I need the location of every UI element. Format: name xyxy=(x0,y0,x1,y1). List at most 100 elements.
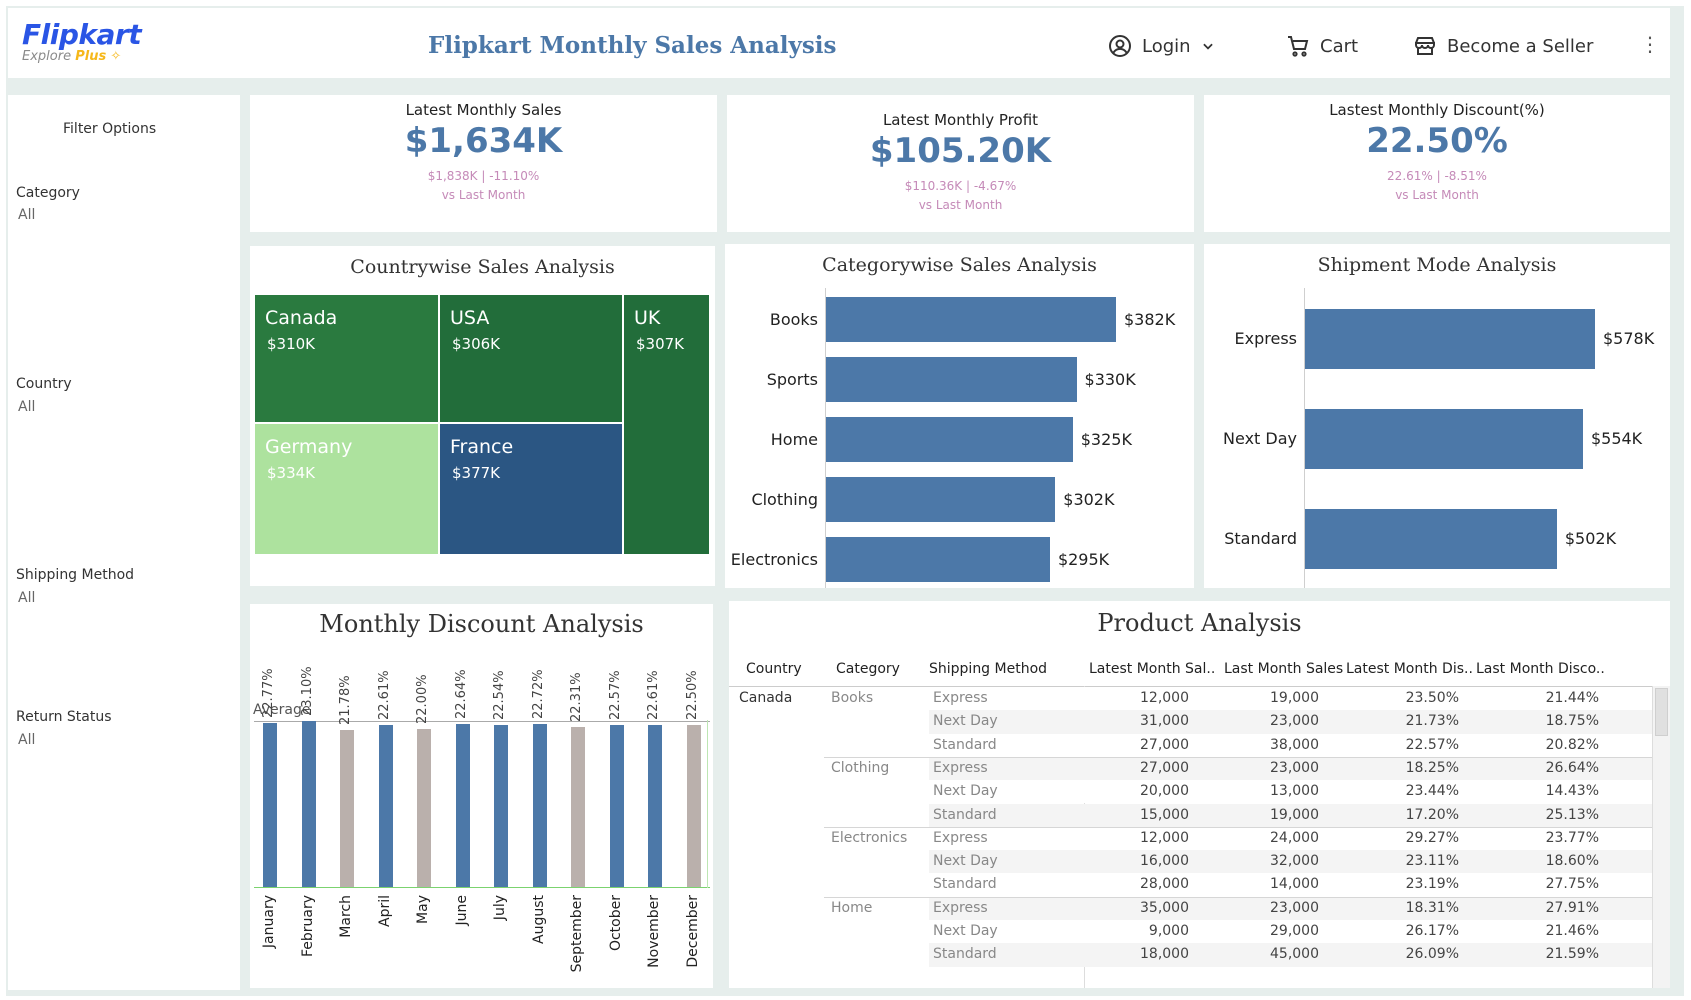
bar-standard[interactable] xyxy=(1305,509,1557,569)
filter-return-value[interactable]: All xyxy=(18,732,35,748)
treemap-value-uk: $307K xyxy=(636,335,685,353)
treemap-cell-usa[interactable]: USA $306K xyxy=(440,295,622,422)
discount-bar-january[interactable] xyxy=(263,723,277,887)
kpi-sales-card: Latest Monthly Sales $1,634K $1,838K | -… xyxy=(250,95,717,232)
discount-value-june: 22.64% xyxy=(453,669,469,720)
treemap-label-canada: Canada xyxy=(265,307,338,329)
bar-label-books: Books xyxy=(769,309,818,329)
chevron-down-icon xyxy=(1202,43,1213,50)
category-group-divider xyxy=(824,896,1652,898)
discount-bar-february[interactable] xyxy=(301,721,316,887)
kpi-sales-sub: $1,838K | -11.10% xyxy=(427,169,540,183)
row-last-month-discount: 26.64% xyxy=(1545,759,1599,776)
discount-bar-july[interactable] xyxy=(494,725,508,887)
bar-express[interactable] xyxy=(1305,309,1595,369)
bar-electronics[interactable] xyxy=(826,537,1050,582)
treemap-cell-uk[interactable]: UK $307K xyxy=(624,295,709,554)
treemap-cell-germany[interactable]: Germany $334K xyxy=(255,424,438,554)
discount-bar-october[interactable] xyxy=(609,724,624,887)
cart-button[interactable]: Cart xyxy=(1286,34,1358,58)
filter-return-label: Return Status xyxy=(16,709,112,725)
bar-value-standard: $502K xyxy=(1564,529,1617,548)
scrollbar-thumb[interactable] xyxy=(1655,688,1668,736)
row-last-month-discount: 21.44% xyxy=(1545,690,1599,706)
kpi-sales-label: Latest Monthly Sales xyxy=(405,101,562,119)
discount-value-february: 23.10% xyxy=(299,666,315,716)
treemap-cell-france[interactable]: France $377K xyxy=(440,424,622,554)
discount-bar-december[interactable] xyxy=(686,725,701,887)
row-last-month-sales: 14,000 xyxy=(1270,876,1319,893)
column-header-latest-month-sal-[interactable]: Latest Month Sal.. xyxy=(1089,661,1215,677)
filter-country-label: Country xyxy=(16,376,72,392)
become-seller-button[interactable]: Become a Seller xyxy=(1413,34,1593,58)
month-label-july: July xyxy=(492,895,508,921)
column-header-country[interactable]: Country xyxy=(746,661,802,677)
discount-bar-september[interactable] xyxy=(571,726,585,887)
bar-label-standard: Standard xyxy=(1224,529,1297,548)
discount-baseline xyxy=(254,887,710,888)
flipkart-logo[interactable]: Flipkart Explore Plus ✧ xyxy=(22,20,142,64)
filter-category-value[interactable]: All xyxy=(18,207,35,223)
row-category: Electronics xyxy=(831,829,908,846)
row-last-month-discount: 21.59% xyxy=(1545,946,1599,963)
bar-label-clothing: Clothing xyxy=(751,489,818,509)
login-button[interactable]: Login xyxy=(1108,34,1215,58)
shipment-title: Shipment Mode Analysis xyxy=(1317,254,1557,276)
kpi-profit-vs: vs Last Month xyxy=(918,198,1003,212)
bar-home[interactable] xyxy=(826,417,1073,462)
row-latest-month-discount: 18.25% xyxy=(1405,759,1459,776)
kebab-icon[interactable]: ⋮ xyxy=(1640,34,1660,54)
bar-clothing[interactable] xyxy=(826,477,1056,522)
column-header-latest-month-dis-[interactable]: Latest Month Dis.. xyxy=(1346,661,1473,677)
bar-value-clothing: $302K xyxy=(1063,489,1115,509)
shipment-panel: Shipment Mode Analysis Express $578K Next … xyxy=(1204,244,1670,588)
row-last-month-sales: 19,000 xyxy=(1270,806,1319,823)
bar-label-sports: Sports xyxy=(766,369,818,389)
column-header-last-month-sales[interactable]: Last Month Sales xyxy=(1224,661,1343,677)
row-last-month-discount: 18.60% xyxy=(1545,853,1599,870)
bar-value-home: $325K xyxy=(1080,429,1132,449)
discount-bar-august[interactable] xyxy=(532,723,547,887)
treemap-value-usa: $306K xyxy=(452,335,501,353)
treemap-label-germany: Germany xyxy=(265,436,353,458)
dashboard-title: Flipkart Monthly Sales Analysis xyxy=(428,32,837,59)
row-shipping-method: Next Day xyxy=(933,783,998,800)
discount-title: Monthly Discount Analysis xyxy=(319,610,644,638)
column-header-last-month-disco-[interactable]: Last Month Disco.. xyxy=(1476,661,1605,677)
row-last-month-sales: 45,000 xyxy=(1270,946,1319,963)
month-label-september: September xyxy=(569,895,585,973)
discount-bar-november[interactable] xyxy=(648,724,662,887)
kpi-discount-label: Lastest Monthly Discount(%) xyxy=(1329,101,1545,119)
discount-value-december: 22.50% xyxy=(684,670,700,721)
bar-value-books: $382K xyxy=(1124,309,1176,329)
cart-label: Cart xyxy=(1320,35,1359,57)
column-header-shipping-method[interactable]: Shipping Method xyxy=(929,661,1047,677)
discount-value-october: 22.57% xyxy=(607,670,623,720)
row-latest-month-discount: 29.27% xyxy=(1405,829,1459,846)
store-icon xyxy=(1415,37,1435,55)
logo-sub-explore: Explore xyxy=(22,49,72,64)
discount-bar-june[interactable] xyxy=(455,724,470,887)
row-latest-month-sales: 27,000 xyxy=(1140,759,1189,776)
discount-bar-april[interactable] xyxy=(378,724,393,887)
row-last-month-discount: 20.82% xyxy=(1545,736,1599,753)
kpi-profit-label: Latest Monthly Profit xyxy=(882,111,1039,129)
treemap-label-uk: UK xyxy=(634,307,661,329)
discount-bar-march[interactable] xyxy=(340,730,354,887)
row-last-month-sales: 23,000 xyxy=(1270,899,1319,916)
row-last-month-sales: 13,000 xyxy=(1270,783,1319,800)
bar-next-day[interactable] xyxy=(1305,409,1583,469)
row-shipping-method: Next Day xyxy=(933,923,998,939)
treemap-cell-canada[interactable]: Canada $310K xyxy=(255,295,438,422)
bar-books[interactable] xyxy=(826,297,1116,342)
bar-sports[interactable] xyxy=(826,357,1077,402)
filter-country-value[interactable]: All xyxy=(18,399,35,415)
column-header-category[interactable]: Category xyxy=(836,661,900,677)
discount-bar-may[interactable] xyxy=(417,728,431,887)
filter-shipping-value[interactable]: All xyxy=(18,590,35,606)
table-scrollbar[interactable] xyxy=(1652,686,1670,988)
category-group-divider xyxy=(824,826,1652,828)
row-last-month-sales: 19,000 xyxy=(1270,690,1319,706)
kpi-discount-card: Lastest Monthly Discount(%) 22.50% 22.61… xyxy=(1204,95,1670,232)
row-latest-month-discount: 22.57% xyxy=(1405,736,1459,753)
